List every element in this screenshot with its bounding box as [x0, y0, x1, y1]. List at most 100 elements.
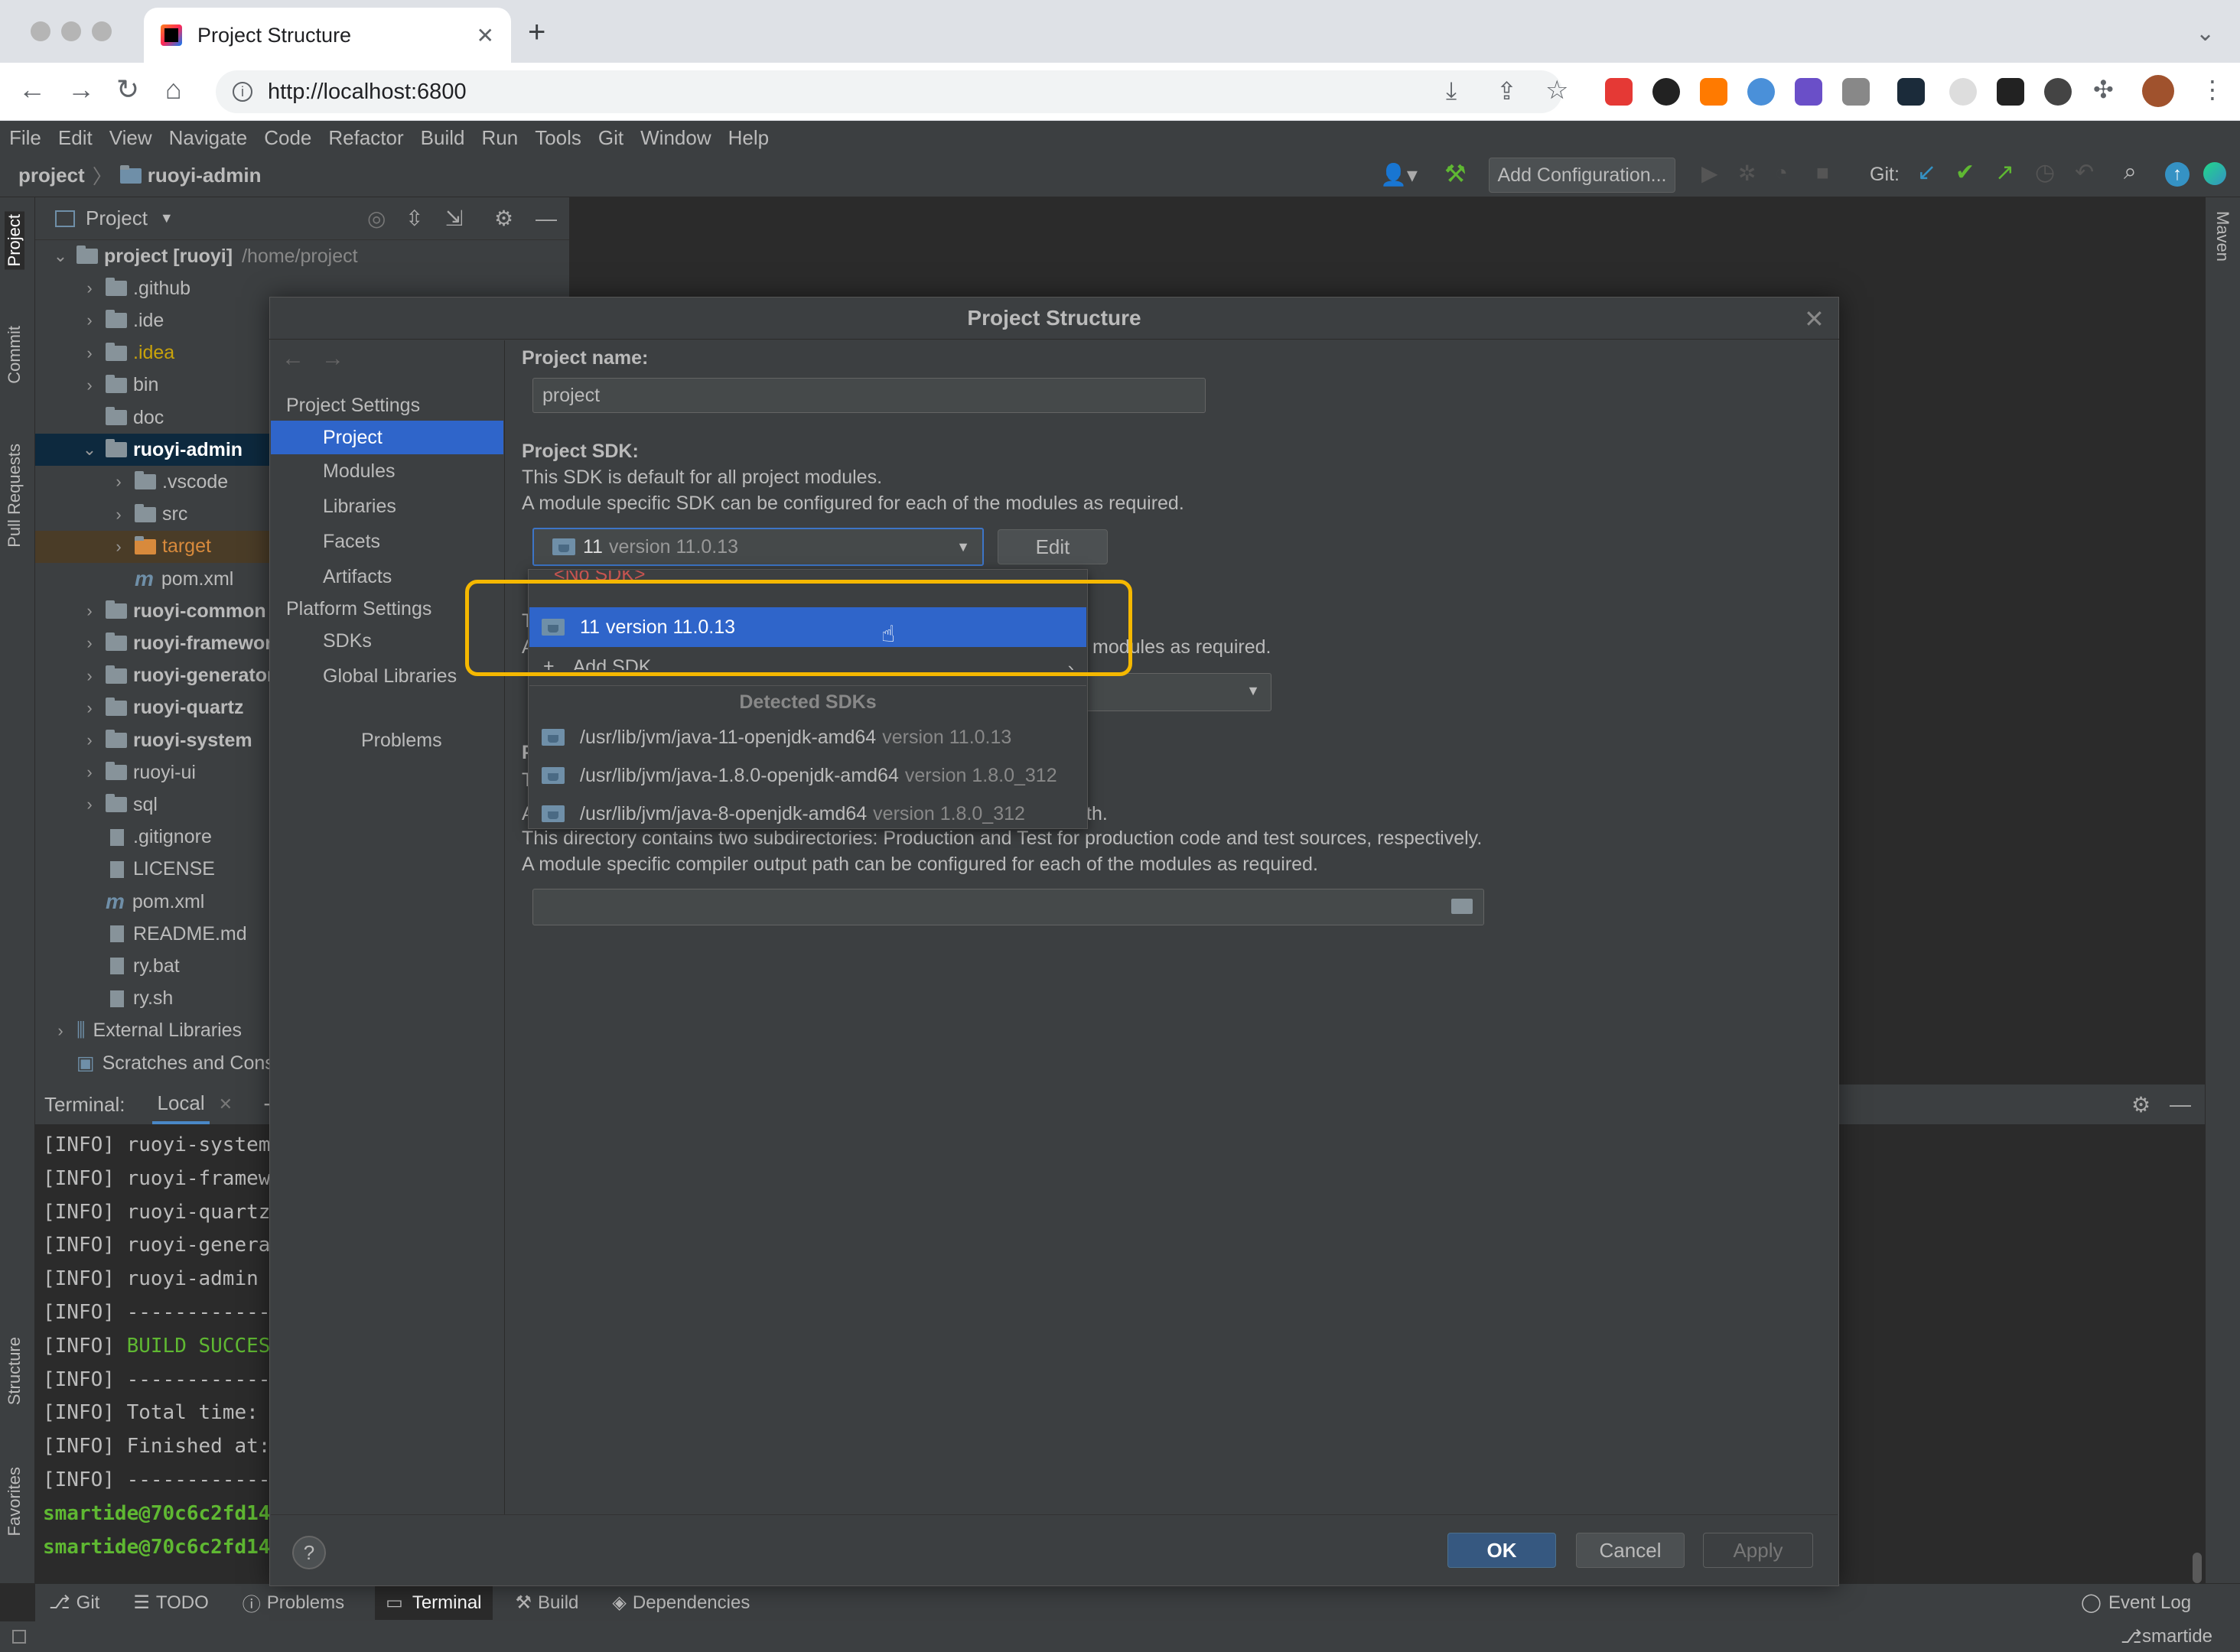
- gear-icon[interactable]: ⚙: [494, 206, 513, 231]
- chevron-right-icon[interactable]: ›: [80, 666, 99, 686]
- popup-item-detected-sdk[interactable]: /usr/lib/jvm/java-11-openjdk-amd64 versio…: [529, 719, 1086, 756]
- sidebar-item-modules[interactable]: Modules: [271, 454, 505, 488]
- bookmark-star-icon[interactable]: ☆: [1545, 75, 1568, 106]
- new-tab-button[interactable]: +: [528, 15, 545, 50]
- git-commit-icon[interactable]: ✔: [1955, 159, 1975, 186]
- apply-button[interactable]: Apply: [1703, 1533, 1813, 1568]
- menu-navigate[interactable]: Navigate: [169, 126, 248, 150]
- event-log-button[interactable]: Event Log: [2108, 1592, 2191, 1614]
- menu-code[interactable]: Code: [264, 126, 311, 150]
- status-square-icon[interactable]: [12, 1630, 26, 1644]
- add-configuration-button[interactable]: Add Configuration...: [1489, 158, 1675, 193]
- extension-3-icon[interactable]: [1700, 78, 1727, 106]
- menu-tools[interactable]: Tools: [535, 126, 581, 150]
- menu-edit[interactable]: Edit: [58, 126, 93, 150]
- profile-avatar[interactable]: [2142, 75, 2174, 107]
- tool-tab-maven[interactable]: Maven: [2212, 211, 2232, 262]
- project-name-input[interactable]: project: [532, 378, 1206, 413]
- project-view-selector[interactable]: Project: [86, 206, 148, 230]
- compiler-output-input[interactable]: [532, 889, 1484, 925]
- nav-back-icon[interactable]: ←: [282, 346, 304, 372]
- chevron-right-icon[interactable]: ›: [80, 633, 99, 653]
- bottom-tab-problems[interactable]: Problems: [267, 1592, 344, 1614]
- back-icon[interactable]: ←: [18, 73, 46, 106]
- close-icon[interactable]: ✕: [219, 1094, 233, 1114]
- browser-menu-icon[interactable]: ⋮: [2200, 75, 2225, 104]
- nav-forward-icon[interactable]: →: [321, 346, 344, 372]
- popup-item-detected-sdk[interactable]: /usr/lib/jvm/java-1.8.0-openjdk-amd64 ver…: [529, 757, 1086, 794]
- locate-icon[interactable]: ◎: [367, 206, 386, 231]
- chevron-down-icon[interactable]: ▼: [160, 210, 174, 226]
- user-icon[interactable]: 👤▾: [1380, 162, 1418, 187]
- search-icon[interactable]: ⌕: [2124, 159, 2137, 185]
- tree-item[interactable]: ⌄ project [ruoyi] /home/project: [35, 240, 569, 272]
- sidebar-item-problems[interactable]: Problems: [271, 724, 505, 757]
- menu-refactor[interactable]: Refactor: [328, 126, 403, 150]
- git-rollback-icon[interactable]: ↶: [2075, 159, 2094, 186]
- tool-tab-favorites[interactable]: Favorites: [5, 1467, 24, 1536]
- share-icon[interactable]: ⇪: [1496, 76, 1517, 106]
- browse-folder-icon[interactable]: [1451, 899, 1473, 914]
- chevron-right-icon[interactable]: ›: [109, 472, 129, 492]
- sdk-combobox[interactable]: 11 version 11.0.13 ▼: [532, 528, 984, 566]
- terminal-tab-local[interactable]: Local: [152, 1085, 210, 1124]
- extension-1-icon[interactable]: [1605, 78, 1633, 106]
- menu-build[interactable]: Build: [421, 126, 465, 150]
- forward-icon[interactable]: →: [67, 73, 95, 106]
- git-history-icon[interactable]: ◷: [2035, 159, 2055, 186]
- run-icon[interactable]: ▶: [1701, 161, 1718, 186]
- stop-icon[interactable]: ■: [1816, 161, 1829, 185]
- extensions-puzzle-icon[interactable]: ✣: [2093, 75, 2114, 104]
- terminal-gear-icon[interactable]: ⚙: [2131, 1092, 2150, 1117]
- git-update-icon[interactable]: ↙: [1917, 159, 1936, 186]
- bottom-tab-build[interactable]: Build: [538, 1592, 578, 1614]
- home-icon[interactable]: ⌂: [165, 73, 182, 106]
- bottom-tab-terminal[interactable]: Terminal: [407, 1585, 493, 1620]
- bottom-tab-dependencies[interactable]: Dependencies: [633, 1592, 750, 1614]
- language-level-combobox[interactable]: ▼: [1086, 673, 1271, 711]
- chevron-right-icon[interactable]: ›: [80, 730, 99, 750]
- reload-icon[interactable]: ↻: [116, 73, 139, 106]
- sidebar-item-facets[interactable]: Facets: [271, 525, 505, 558]
- dialog-close-icon[interactable]: ✕: [1804, 304, 1825, 333]
- edit-sdk-button[interactable]: Edit: [998, 529, 1108, 564]
- breadcrumb-module[interactable]: ruoyi-admin: [148, 164, 262, 187]
- extension-6-icon[interactable]: [1842, 78, 1870, 106]
- chevron-right-icon[interactable]: ›: [80, 763, 99, 782]
- menu-view[interactable]: View: [109, 126, 152, 150]
- chevron-right-icon[interactable]: ›: [80, 343, 99, 363]
- tool-tab-commit[interactable]: Commit: [5, 326, 24, 384]
- menu-window[interactable]: Window: [640, 126, 711, 150]
- browser-tab[interactable]: Project Structure ✕: [144, 8, 511, 63]
- extension-5-icon[interactable]: [1795, 78, 1822, 106]
- menu-git[interactable]: Git: [598, 126, 623, 150]
- help-button[interactable]: ?: [292, 1536, 326, 1569]
- chevron-right-icon[interactable]: ›: [80, 795, 99, 815]
- extension-4-icon[interactable]: [1747, 78, 1775, 106]
- sidebar-item-libraries[interactable]: Libraries: [271, 489, 505, 523]
- breadcrumb-root[interactable]: project: [18, 164, 85, 187]
- extension-10-icon[interactable]: [2044, 78, 2072, 106]
- cancel-button[interactable]: Cancel: [1576, 1533, 1685, 1568]
- popup-item-detected-sdk[interactable]: /usr/lib/jvm/java-8-openjdk-amd64 version…: [529, 795, 1086, 832]
- menu-help[interactable]: Help: [728, 126, 769, 150]
- terminal-scrollbar[interactable]: [2193, 1553, 2202, 1583]
- window-minimize-dot[interactable]: [61, 21, 81, 41]
- chevron-right-icon[interactable]: ›: [80, 278, 99, 298]
- git-branch-widget[interactable]: smartide: [2142, 1626, 2212, 1647]
- menu-file[interactable]: File: [9, 126, 41, 150]
- extension-2-icon[interactable]: [1652, 78, 1680, 106]
- update-icon[interactable]: ↑: [2165, 162, 2190, 187]
- chevron-right-icon[interactable]: ›: [80, 601, 99, 621]
- extension-8-icon[interactable]: [1949, 78, 1977, 106]
- bottom-tab-git[interactable]: Git: [77, 1592, 100, 1614]
- chevron-right-icon[interactable]: ›: [109, 505, 129, 525]
- chevron-right-icon[interactable]: ›: [80, 698, 99, 718]
- hide-icon[interactable]: —: [536, 206, 557, 231]
- chevron-right-icon[interactable]: ›: [80, 376, 99, 395]
- build-hammer-icon[interactable]: ⚒: [1444, 159, 1467, 188]
- react-devtools-icon[interactable]: [1897, 78, 1925, 106]
- ok-button[interactable]: OK: [1447, 1533, 1556, 1568]
- info-icon[interactable]: i: [233, 82, 252, 102]
- install-icon[interactable]: ⤓: [1446, 76, 1457, 106]
